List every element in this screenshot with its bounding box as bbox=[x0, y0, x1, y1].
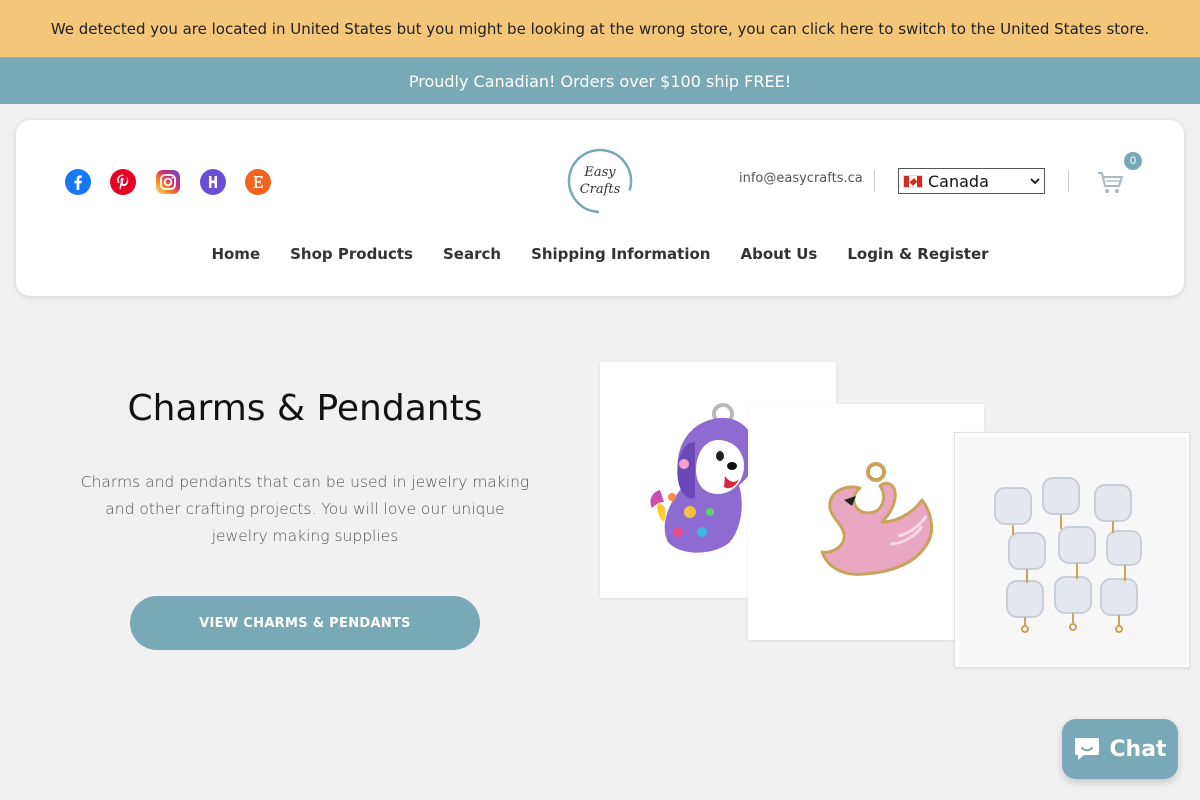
facebook-icon[interactable] bbox=[65, 169, 91, 195]
view-charms-pendants-button[interactable]: VIEW CHARMS & PENDANTS bbox=[130, 596, 480, 650]
logo-text-top: Easy bbox=[583, 165, 616, 180]
nav-shipping-information[interactable]: Shipping Information bbox=[531, 245, 710, 263]
chat-bubble-icon bbox=[1075, 738, 1100, 760]
hero-description: Charms and pendants that can be used in … bbox=[80, 473, 530, 545]
announcement-text: Proudly Canadian! Orders over $100 ship … bbox=[408, 71, 792, 91]
divider bbox=[1068, 170, 1069, 192]
country-selector[interactable]: Canada bbox=[898, 168, 1045, 194]
nav-login-register[interactable]: Login & Register bbox=[847, 245, 988, 263]
instagram-icon[interactable] bbox=[155, 169, 181, 195]
chat-button[interactable]: Chat bbox=[1062, 719, 1178, 779]
hero-title: Charms & Pendants bbox=[127, 388, 483, 429]
cart-count-badge: 0 bbox=[1124, 152, 1142, 170]
pinterest-icon[interactable] bbox=[110, 169, 136, 195]
site-logo[interactable]: Easy Crafts bbox=[567, 148, 633, 214]
nav-search[interactable]: Search bbox=[443, 245, 501, 263]
product-image-swan-charm[interactable] bbox=[748, 404, 984, 640]
geo-banner-text[interactable]: We detected you are located in United St… bbox=[51, 20, 1149, 38]
product-image-crystal-beads[interactable] bbox=[954, 432, 1190, 668]
announcement-bar: Proudly Canadian! Orders over $100 ship … bbox=[0, 57, 1200, 104]
site-header: Easy Crafts info@easycrafts.ca Canada 0 … bbox=[16, 120, 1184, 296]
nav-shop-products[interactable]: Shop Products bbox=[290, 245, 413, 263]
chat-label: Chat bbox=[1109, 736, 1167, 762]
divider bbox=[874, 170, 875, 192]
logo-text-bottom: Crafts bbox=[580, 182, 621, 197]
houzz-icon[interactable] bbox=[200, 169, 226, 195]
country-selected-value: Canada bbox=[928, 171, 989, 191]
main-nav: Home Shop Products Search Shipping Infor… bbox=[16, 245, 1184, 263]
contact-email-link[interactable]: info@easycrafts.ca bbox=[739, 171, 863, 186]
geo-redirect-banner[interactable]: We detected you are located in United St… bbox=[0, 0, 1200, 57]
social-links bbox=[65, 169, 271, 195]
chevron-down-icon bbox=[1030, 178, 1040, 185]
cart-icon[interactable] bbox=[1096, 167, 1126, 197]
etsy-icon[interactable] bbox=[245, 169, 271, 195]
nav-about-us[interactable]: About Us bbox=[740, 245, 817, 263]
nav-home[interactable]: Home bbox=[211, 245, 260, 263]
canada-flag-icon bbox=[903, 174, 923, 188]
